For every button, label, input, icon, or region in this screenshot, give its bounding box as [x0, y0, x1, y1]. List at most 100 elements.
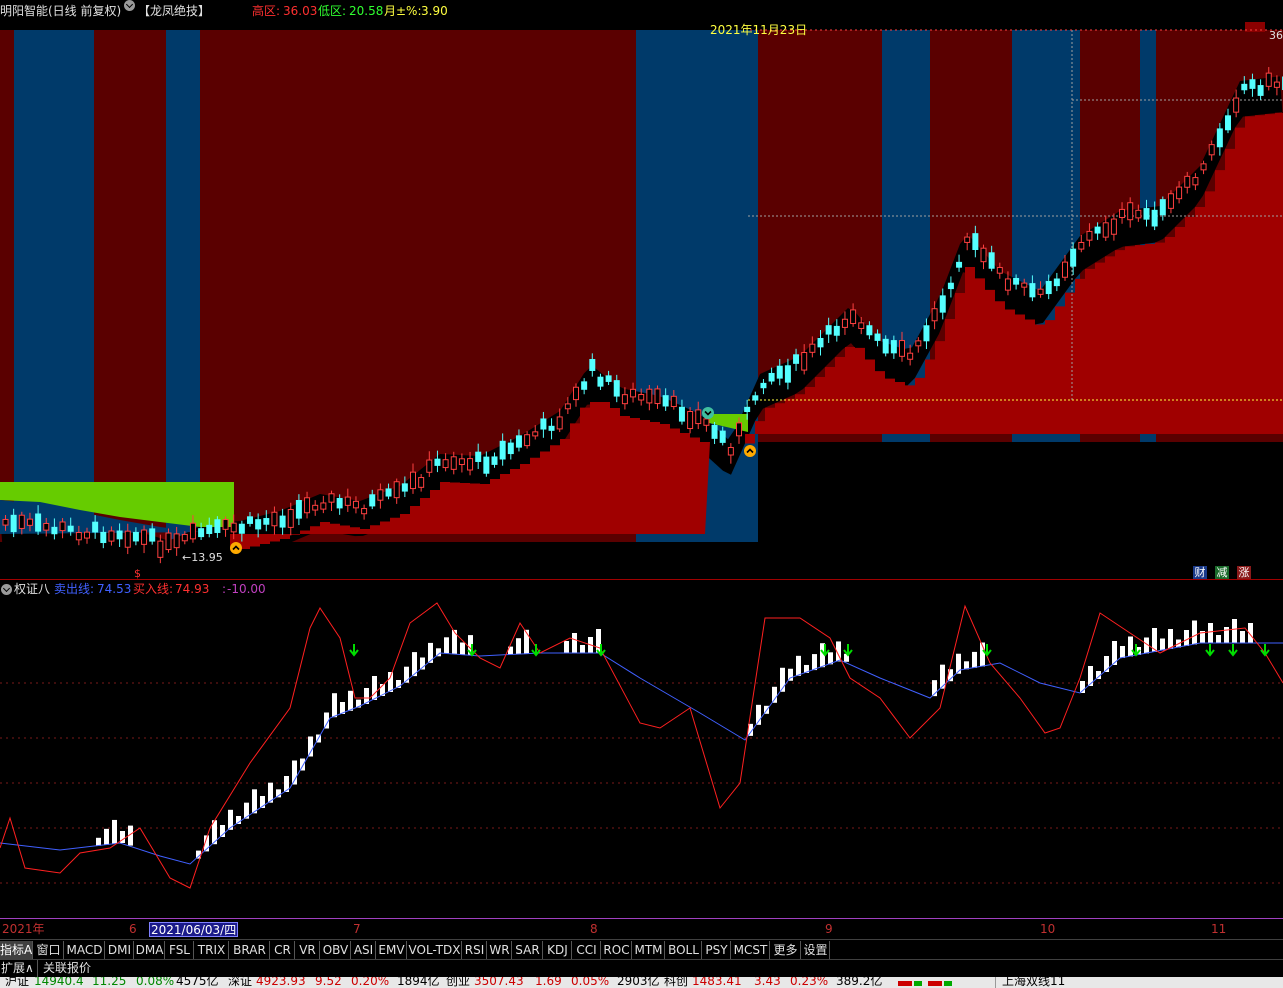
candle-body — [385, 488, 392, 497]
candle-body — [51, 526, 58, 535]
candle-body — [499, 440, 506, 460]
indicator-tab[interactable]: OBV — [321, 941, 351, 959]
candle-body — [43, 522, 50, 531]
candle-body — [116, 530, 123, 540]
candle-body — [507, 442, 514, 455]
indicator-bar — [1216, 635, 1221, 643]
candle-body — [344, 496, 351, 506]
indicator-bar — [1088, 666, 1093, 686]
index-value: 3507.43 — [474, 977, 524, 988]
sell-arrow-icon — [1205, 644, 1215, 657]
indicator-name[interactable]: 【龙凤绝技】 — [138, 0, 210, 22]
candle-body — [84, 531, 90, 539]
ticker-text: 上海双线11 — [1002, 977, 1066, 988]
indicator-tab[interactable]: MTM — [633, 941, 665, 959]
stock-chart-window: 明阳智能(日线 前复权) 【龙凤绝技】 高区: 36.03 低区: 20.58 … — [0, 0, 1283, 988]
index-volume: 4575亿 — [176, 977, 219, 988]
price-chart[interactable] — [0, 22, 1283, 580]
sell-arrow-icon — [349, 644, 359, 657]
high-zone-value: 36.03 — [283, 4, 318, 18]
date-axis-label: 7 — [353, 922, 361, 936]
indicator-bar — [348, 690, 353, 711]
indicator-tab[interactable]: 窗口 — [34, 941, 64, 959]
candle-body — [923, 325, 930, 342]
date-axis-label: 8 — [590, 922, 598, 936]
signal-icon — [744, 445, 756, 457]
indicator-bar — [96, 837, 101, 846]
indicator-bar — [1128, 636, 1133, 657]
indicator-tab[interactable]: CCI — [573, 941, 601, 959]
indicator-tab[interactable]: ASI — [352, 941, 376, 959]
indicator-tab[interactable]: VR — [296, 941, 320, 959]
candle-body — [573, 386, 579, 401]
candle-body — [2, 518, 9, 526]
candle-body — [1045, 280, 1052, 295]
candle-body — [833, 325, 840, 336]
buy-line-label: 买入线: — [133, 582, 174, 596]
indicator-tab[interactable]: DMA — [135, 941, 165, 959]
index-name[interactable]: 深证 — [228, 977, 252, 988]
sub-indicator-name[interactable]: 权证八 — [14, 580, 50, 598]
index-pct: 0.05% — [571, 977, 610, 988]
indicator-tab[interactable]: PSY — [703, 941, 731, 959]
index-pct: 0.08% — [136, 977, 175, 988]
candle-body — [304, 497, 311, 514]
indicator-chart[interactable] — [0, 598, 1283, 920]
rise-badge[interactable]: 涨 — [1237, 566, 1251, 580]
indicator-tab[interactable]: MACD — [65, 941, 105, 959]
reduce-badge[interactable]: 减 — [1215, 566, 1229, 580]
expand-button[interactable]: 扩展∧ — [1, 960, 34, 977]
related-quotes-button[interactable]: 关联报价 — [43, 960, 91, 977]
finance-badge[interactable]: 财 — [1193, 566, 1207, 580]
toolbar-divider — [37, 960, 38, 977]
stock-title[interactable]: 明阳智能(日线 前复权) — [0, 0, 121, 22]
indicator-tab[interactable]: TRIX — [195, 941, 229, 959]
candle-body — [736, 422, 742, 437]
indicator-tab[interactable]: KDJ — [544, 941, 572, 959]
indicator-bar — [444, 637, 449, 654]
candle-body — [1070, 248, 1077, 267]
candle-body — [556, 416, 563, 430]
dropdown-circle-icon[interactable] — [124, 0, 135, 11]
candle-body — [907, 352, 914, 360]
candle-body — [124, 530, 131, 548]
buy-line — [0, 602, 1283, 889]
indicator-tab[interactable]: BRAR — [230, 941, 270, 959]
candle-body — [75, 532, 82, 541]
candle-body — [793, 354, 800, 364]
zone-band — [166, 30, 200, 542]
indicator-tab[interactable]: CR — [271, 941, 295, 959]
indicator-tab[interactable]: BOLL — [666, 941, 702, 959]
bottom-toolbar: 扩展∧ 关联报价 — [0, 959, 1283, 977]
candle-body — [377, 489, 384, 501]
indicator-tab[interactable]: 更多 — [771, 941, 801, 959]
indicator-tab[interactable]: EMV — [377, 941, 407, 959]
candle-body — [214, 519, 221, 533]
indicator-tab[interactable]: SAR — [513, 941, 543, 959]
indicator-tab[interactable]: WR — [488, 941, 512, 959]
index-name[interactable]: 创业 — [446, 977, 470, 988]
indicator-tab[interactable]: 设置 — [802, 941, 830, 959]
candle-body — [654, 388, 661, 405]
candle-body — [157, 540, 164, 558]
indicator-tab[interactable]: 指标A — [0, 941, 33, 959]
indicator-bar — [1208, 623, 1213, 643]
indicator-bar — [972, 651, 977, 668]
status-divider — [995, 977, 996, 988]
candle-body — [18, 514, 25, 529]
candle-body — [1062, 261, 1068, 278]
indicator-tab[interactable]: FSL — [166, 941, 194, 959]
indicator-tab[interactable]: ROC — [602, 941, 632, 959]
indicator-tab[interactable]: DMI — [106, 941, 134, 959]
indicator-tab[interactable]: VOL-TDX — [408, 941, 462, 959]
indicator-tab[interactable]: RSI — [463, 941, 487, 959]
candle-body — [165, 532, 172, 551]
dropdown-circle-icon[interactable] — [1, 584, 12, 595]
signal-icon — [702, 407, 714, 419]
index-name[interactable]: 沪证 — [5, 977, 29, 988]
candle-body — [35, 513, 42, 532]
candle-body — [711, 425, 718, 439]
indicator-tab[interactable]: MCST — [732, 941, 770, 959]
candle-body — [850, 309, 857, 325]
index-name[interactable]: 科创 — [664, 977, 688, 988]
